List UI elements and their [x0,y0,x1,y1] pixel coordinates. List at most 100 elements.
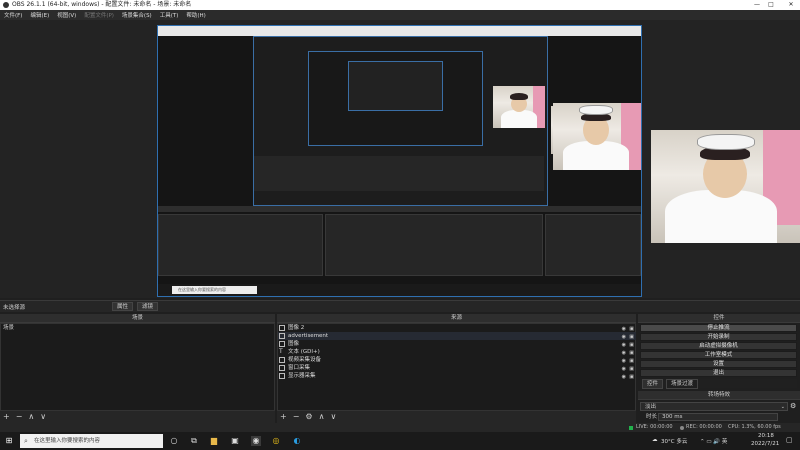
weather-icon[interactable]: ☁ [652,437,658,443]
remove-source-button[interactable]: − [293,412,300,422]
scenes-dock-header: 场景 [0,314,275,323]
menu-scene-collection[interactable]: 场景集合(S) [122,11,152,19]
transition-duration-row: 时长 300 ms [640,413,797,422]
start-virtual-camera-button[interactable]: 启动虚拟摄像机 [640,342,797,350]
studio-mode-button[interactable]: 工作室模式 [640,351,797,359]
transition-selected-value: 淡出 [645,404,657,410]
move-scene-down-button[interactable]: ∨ [40,412,46,422]
camera-icon [279,357,285,363]
move-source-up-button[interactable]: ∧ [319,412,325,422]
record-dot-icon [680,426,684,430]
exit-button[interactable]: 退出 [640,369,797,377]
minimize-button[interactable]: — [750,0,764,10]
text-icon: T [279,348,283,355]
menu-file[interactable]: 文件(F) [4,11,22,19]
source-item[interactable]: 图像 ◉ ▣ [278,340,636,348]
add-scene-button[interactable]: + [3,412,10,422]
source-item[interactable]: 显示器采集 ◉ ▣ [278,372,636,380]
image-icon [279,333,285,339]
transition-properties-gear-icon[interactable]: ⚙ [790,402,798,411]
transition-select[interactable]: 淡出 ⌄ [640,402,788,411]
window-title: OBS 26.1.1 (64-bit, windows) - 配置文件: 未命名… [12,1,192,8]
notification-icon[interactable]: ▢ [786,436,793,444]
windows-start-icon[interactable]: ⊞ [4,436,14,446]
monitor-icon [279,373,285,379]
source-item[interactable]: 视频采集设备 ◉ ▣ [278,356,636,364]
scenes-toolbar: + − ∧ ∨ [0,411,275,423]
weather-text[interactable]: 30°C 多云 [661,437,687,445]
start-recording-button[interactable]: 开始录制 [640,333,797,341]
rec-timer: REC: 00:00:00 [686,424,722,430]
sources-dock-header: 来源 [277,314,636,323]
title-bar: OBS 26.1.1 (64-bit, windows) - 配置文件: 未命名… [0,0,800,10]
close-button[interactable]: ✕ [784,0,798,10]
window-icon [279,365,285,371]
menu-profile[interactable]: 配置文件(P) [84,11,114,19]
obs-logo-icon [3,2,9,8]
tab-scene-transitions[interactable]: 场景过渡 [666,379,699,389]
source-item[interactable]: T 文本 (GDI+) ◉ ▣ [278,348,636,357]
image-icon [279,341,285,347]
nested-webcam-small [493,86,545,128]
edge-icon[interactable]: ◐ [292,436,302,446]
file-explorer-icon[interactable]: ▆ [209,436,219,446]
source-properties-gear-icon[interactable]: ⚙ [305,412,312,422]
scenes-list: 场景 [0,323,275,411]
chrome-icon[interactable]: ◎ [271,436,281,446]
status-bar: LIVE: 00:00:00 REC: 00:00:00 CPU: 1.3%, … [0,423,800,432]
nested-controls-dock [545,214,641,276]
webcam-preview-large [651,130,800,243]
clock-date[interactable]: 2022/7/21 [751,441,779,447]
chevron-down-icon: ⌄ [780,404,785,410]
source-item[interactable]: 图像 2 ◉ ▣ [278,324,636,332]
menu-bar: 文件(F) 编辑(E) 视图(V) 配置文件(P) 场景集合(S) 工具(T) … [0,10,800,20]
nested-search-box: 在这里输入你要搜索的内容 [172,286,257,294]
lock-icon[interactable]: ▣ [629,373,634,381]
properties-button[interactable]: 属性 [112,302,134,311]
no-source-selected-label: 未选择源 [3,305,26,311]
taskbar-search-box[interactable]: ⌕ 在这里输入你要搜索的内容 [20,434,163,448]
menu-view[interactable]: 视图(V) [57,11,76,19]
sources-toolbar: + − ⚙ ∧ ∨ [277,411,636,423]
nested-preview-level4 [348,61,443,111]
duration-input[interactable]: 300 ms [658,413,778,421]
system-tray-icons[interactable]: ⌃ ▭ 🔊 英 [700,437,727,445]
taskbar-search-placeholder: 在这里输入你要搜索的内容 [34,438,101,444]
settings-button[interactable]: 设置 [640,360,797,368]
stop-streaming-button[interactable]: 停止推流 [640,324,797,332]
nested-taskbar: 在这里输入你要搜索的内容 [158,284,641,296]
nested-header-strip [158,206,641,212]
filters-button[interactable]: 滤镜 [137,302,159,311]
live-timer: LIVE: 00:00:00 [636,424,673,430]
controls-dock-header: 控件 [638,314,800,323]
clock-time[interactable]: 20:18 [758,433,774,439]
transitions-dock-header: 转场特效 [638,391,800,400]
menu-help[interactable]: 帮助(H) [186,11,205,19]
obs-taskbar-icon[interactable]: ◉ [251,436,261,446]
move-source-down-button[interactable]: ∨ [330,412,336,422]
tab-controls[interactable]: 控件 [642,379,664,389]
source-item[interactable]: 窗口采集 ◉ ▣ [278,364,636,372]
nested-scenes-dock [158,214,323,276]
menu-edit[interactable]: 编辑(E) [30,11,49,19]
add-source-button[interactable]: + [280,412,287,422]
menu-tools[interactable]: 工具(T) [160,11,179,19]
windows-taskbar: ⊞ ⌕ 在这里输入你要搜索的内容 ○ ⧉ ▆ ▣ ◉ ◎ ◐ ☁ 30°C 多云… [0,432,800,450]
nested-docks-level2 [254,156,544,191]
cortana-icon[interactable]: ○ [169,436,179,446]
nested-sources-dock [325,214,543,276]
move-scene-up-button[interactable]: ∧ [28,412,34,422]
dock-tab-bar: 控件 场景过渡 [640,379,797,389]
duration-label: 时长 [646,414,658,420]
properties-bar: 未选择源 属性 滤镜 [0,300,800,312]
scene-item[interactable]: 场景 [1,324,274,332]
webcam-preview-medium [553,103,641,170]
maximize-button[interactable]: □ [764,0,778,10]
app-icon[interactable]: ▣ [230,436,240,446]
visibility-eye-icon[interactable]: ◉ [622,373,626,381]
nested-title-bar [158,26,641,36]
source-item[interactable]: advertisement ◉ ▣ [278,332,636,340]
task-view-icon[interactable]: ⧉ [189,436,199,446]
remove-scene-button[interactable]: − [16,412,23,422]
stream-health-icon [629,426,633,430]
